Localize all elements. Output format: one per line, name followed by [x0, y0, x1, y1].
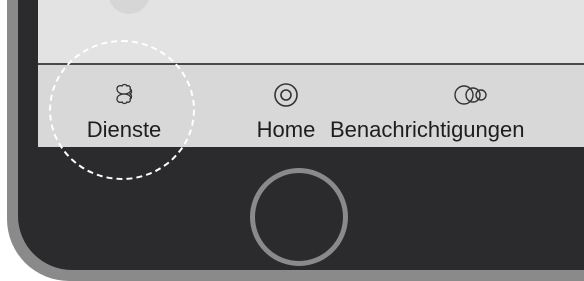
tab-benachrichtigungen[interactable]: Benachrichtigungen: [330, 65, 584, 147]
phone-screen: Dienste Home Benachrichtigungen: [38, 0, 584, 147]
tab-home[interactable]: Home: [226, 65, 346, 147]
tab-label-benachrichtigungen: Benachrichtigungen: [330, 117, 525, 142]
services-clover-icon: [116, 83, 133, 105]
tab-label-dienste: Dienste: [86, 117, 162, 142]
tab-bar: Dienste Home Benachrichtigungen: [38, 65, 584, 147]
tab-label-home: Home: [256, 117, 316, 142]
phone-screenshot: Dienste Home Benachrichtigungen: [0, 0, 584, 281]
notifications-rings-icon: [454, 85, 487, 105]
hardware-home-button[interactable]: [250, 168, 348, 266]
content-area: [38, 0, 584, 64]
tab-dienste[interactable]: Dienste: [64, 65, 184, 147]
home-target-icon: [274, 83, 298, 107]
content-circle: [108, 0, 150, 14]
